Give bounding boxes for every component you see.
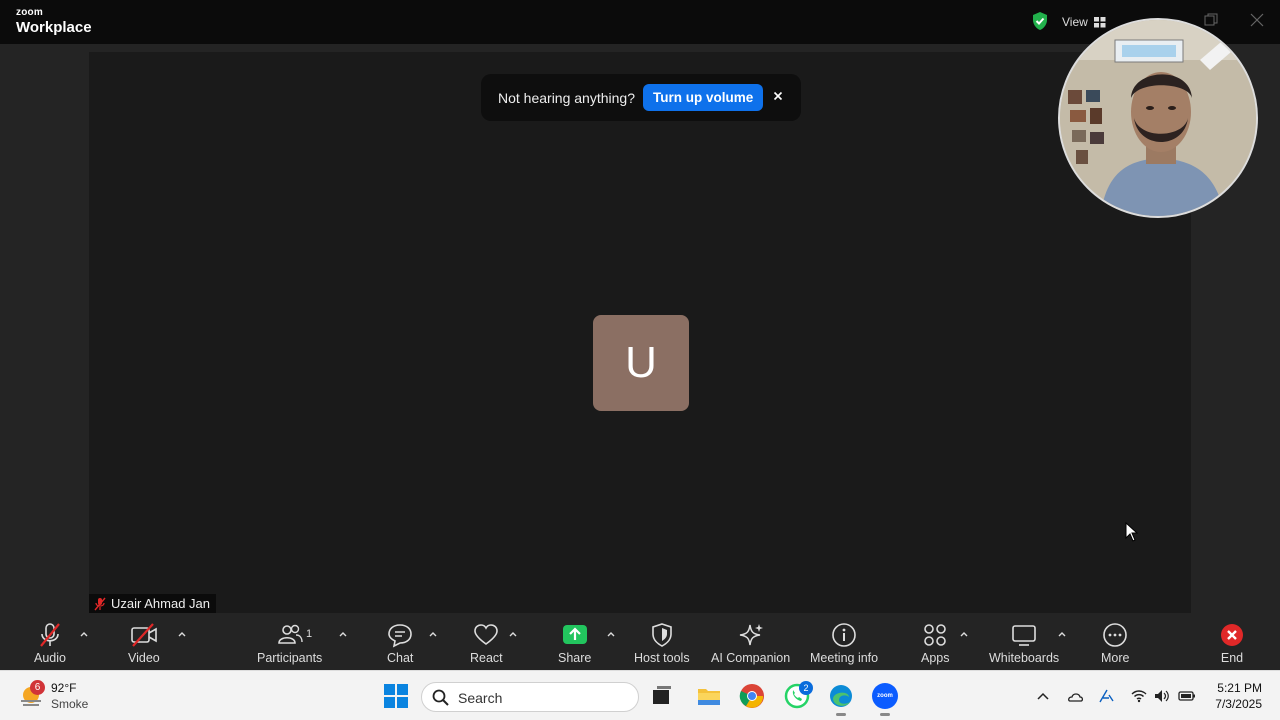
- volume-icon[interactable]: [1153, 687, 1171, 705]
- audio-toast: Not hearing anything? Turn up volume: [481, 74, 801, 121]
- video-button[interactable]: Video: [128, 622, 160, 665]
- apps-button[interactable]: Apps: [921, 622, 950, 665]
- search-placeholder: Search: [458, 690, 503, 706]
- edge-active-indicator: [836, 713, 846, 716]
- audio-label: Audio: [34, 651, 66, 665]
- view-label: View: [1062, 15, 1088, 29]
- toast-message: Not hearing anything?: [498, 89, 635, 106]
- video-label: Video: [128, 651, 160, 665]
- chrome-icon[interactable]: [739, 683, 765, 709]
- participant-avatar: U: [593, 315, 689, 411]
- share-screen-icon: [562, 625, 587, 644]
- apps-label: Apps: [921, 651, 950, 665]
- self-view-video[interactable]: [1058, 18, 1258, 218]
- end-meeting-icon: [1221, 624, 1243, 646]
- apps-icon: [924, 624, 947, 646]
- grid-view-icon: [1093, 16, 1106, 27]
- participants-button[interactable]: Participants: [257, 622, 322, 665]
- chat-icon: [388, 624, 413, 648]
- whiteboard-icon: [1012, 625, 1036, 646]
- participant-name: Uzair Ahmad Jan: [111, 596, 210, 611]
- clock-date: 7/3/2025: [1215, 697, 1262, 711]
- restore-window-icon[interactable]: [1203, 12, 1219, 28]
- end-label: End: [1220, 651, 1244, 665]
- chevron-up-icon[interactable]: [177, 630, 187, 638]
- view-button[interactable]: View: [1062, 12, 1106, 32]
- host-tools-label: Host tools: [634, 651, 690, 665]
- muted-mic-icon: [40, 623, 60, 647]
- video-off-icon: [131, 623, 157, 647]
- weather-widget[interactable]: 6 92°F Smoke: [18, 679, 118, 713]
- whiteboards-label: Whiteboards: [989, 651, 1060, 665]
- participants-label: Participants: [257, 651, 323, 665]
- participants-icon: [277, 624, 303, 644]
- onedrive-cloud-icon[interactable]: [1066, 687, 1084, 705]
- turn-up-volume-button[interactable]: Turn up volume: [643, 84, 764, 111]
- share-button[interactable]: Share: [558, 622, 591, 665]
- more-dots-icon: [1103, 623, 1128, 647]
- chevron-up-icon[interactable]: [1057, 630, 1067, 638]
- end-button[interactable]: End: [1219, 622, 1245, 665]
- react-label: React: [470, 651, 503, 665]
- chevron-up-icon[interactable]: [338, 630, 348, 638]
- search-icon: [432, 689, 449, 706]
- whiteboards-button[interactable]: Whiteboards: [989, 622, 1059, 665]
- pen-input-icon[interactable]: [1097, 687, 1115, 705]
- close-icon[interactable]: [771, 89, 785, 103]
- title-bar: zoom Workplace View: [0, 0, 1280, 44]
- whatsapp-badge-count: 2: [803, 683, 809, 693]
- brand-top: zoom: [16, 7, 43, 18]
- meeting-toolbar: Audio Video Participants 1 Chat React Sh…: [0, 614, 1280, 670]
- react-button[interactable]: React: [470, 622, 503, 665]
- weather-temp: 92°F: [51, 681, 77, 695]
- participants-count: 1: [306, 628, 313, 640]
- heart-icon: [474, 624, 499, 645]
- file-explorer-icon[interactable]: [696, 683, 722, 709]
- shield-icon: [651, 623, 672, 647]
- self-view-image: [1060, 20, 1256, 216]
- meeting-info-button[interactable]: Meeting info: [810, 622, 878, 665]
- chevron-up-icon[interactable]: [79, 630, 89, 638]
- chat-button[interactable]: Chat: [387, 622, 413, 665]
- chevron-up-icon[interactable]: [428, 630, 438, 638]
- zoom-logo: zoom Workplace: [16, 7, 92, 36]
- show-hidden-icons-chevron-icon[interactable]: [1034, 687, 1052, 705]
- system-clock[interactable]: 5:21 PM 7/3/2025: [1215, 680, 1262, 712]
- chevron-up-icon[interactable]: [959, 630, 969, 638]
- mouse-pointer-icon: [1125, 522, 1139, 542]
- weather-desc: Smoke: [51, 697, 89, 711]
- encryption-shield-icon[interactable]: [1031, 11, 1049, 31]
- chat-label: Chat: [387, 651, 414, 665]
- weather-badge: 6: [30, 680, 45, 695]
- meeting-info-label: Meeting info: [810, 651, 879, 665]
- zoom-taskbar-label: zoom: [877, 693, 893, 699]
- battery-icon[interactable]: [1178, 687, 1196, 705]
- participant-name-tag: Uzair Ahmad Jan: [89, 594, 216, 613]
- zoom-active-indicator: [880, 713, 890, 716]
- ai-companion-label: AI Companion: [711, 651, 791, 665]
- zoom-taskbar-icon[interactable]: zoom: [872, 683, 898, 709]
- audio-button[interactable]: Audio: [34, 622, 66, 665]
- clock-time: 5:21 PM: [1217, 681, 1262, 695]
- edge-icon[interactable]: [828, 683, 854, 709]
- more-label: More: [1101, 651, 1130, 665]
- info-icon: [832, 623, 856, 647]
- taskbar-search-input[interactable]: Search: [421, 682, 639, 712]
- ai-companion-button[interactable]: AI Companion: [711, 622, 790, 665]
- wifi-icon[interactable]: [1130, 687, 1148, 705]
- chevron-up-icon[interactable]: [606, 630, 616, 638]
- windows-start-icon[interactable]: [383, 683, 409, 709]
- host-tools-button[interactable]: Host tools: [634, 622, 690, 665]
- windows-taskbar: 6 92°F Smoke Search 2 zoom 5:21 PM 7/3/2…: [0, 670, 1280, 720]
- more-button[interactable]: More: [1101, 622, 1129, 665]
- muted-mic-icon: [94, 597, 106, 610]
- brand-bottom: Workplace: [16, 19, 92, 36]
- task-view-icon[interactable]: [649, 683, 675, 709]
- close-window-icon[interactable]: [1249, 12, 1265, 28]
- zoom-window: zoom Workplace View U Uzair Ahmad Jan No…: [0, 0, 1280, 670]
- chevron-up-icon[interactable]: [508, 630, 518, 638]
- whatsapp-badge: 2: [799, 681, 813, 695]
- share-label: Share: [558, 651, 592, 665]
- sparkle-icon: [739, 624, 763, 646]
